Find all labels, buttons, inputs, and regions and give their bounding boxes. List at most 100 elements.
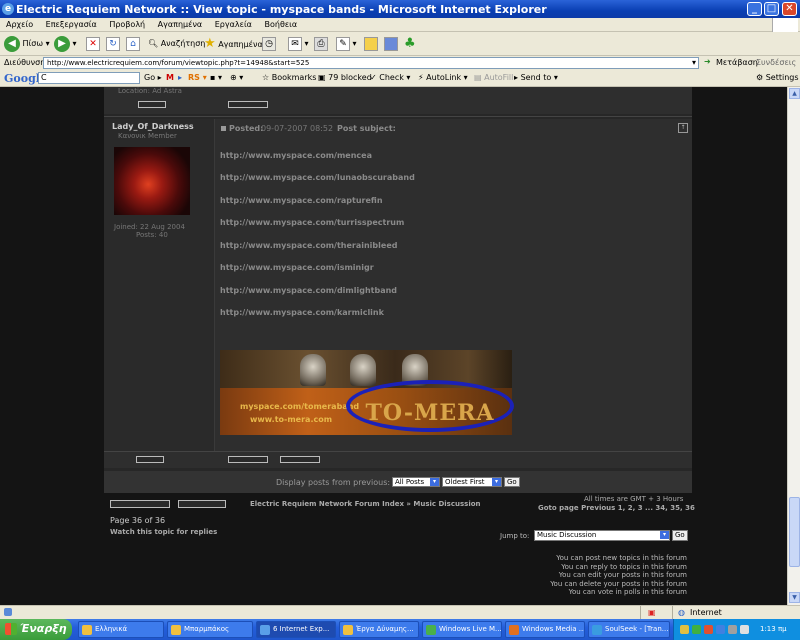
post-author[interactable]: Lady_Of_Darkness <box>112 122 194 131</box>
scroll-thumb[interactable] <box>789 497 800 567</box>
taskbar-item[interactable]: Windows Media ... <box>505 621 585 638</box>
jumpto-label: Jump to: <box>500 532 530 540</box>
back-button[interactable]: ◀ Πίσω ▾ <box>4 35 50 53</box>
breadcrumb[interactable]: Electric Requiem Network Forum Index » M… <box>250 500 481 508</box>
sharing-icon[interactable]: ⊕ ▾ <box>230 73 243 82</box>
autofill-button[interactable]: ▤ AutoFill <box>474 73 513 82</box>
myspace-link[interactable]: http://www.myspace.com/karmiclink <box>220 308 384 317</box>
timezone-note: All times are GMT + 3 Hours <box>584 495 684 503</box>
sendto-button[interactable]: ▸ Send to ▾ <box>514 73 558 82</box>
joined-date: Joined: 22 Aug 2004 <box>114 223 185 231</box>
edit-button[interactable]: ✎ ▾ <box>336 35 357 53</box>
links-button[interactable]: Συνδέσεις <box>756 58 796 67</box>
maximize-button[interactable]: □ <box>764 2 779 16</box>
myspace-link[interactable]: http://www.myspace.com/mencea <box>220 151 372 160</box>
home-button[interactable]: ⌂ <box>126 35 140 53</box>
days-select[interactable]: All Posts ▾ <box>392 477 440 487</box>
profile-button[interactable] <box>138 101 166 108</box>
myspace-link[interactable]: http://www.myspace.com/therainibleed <box>220 241 397 250</box>
banner-url-myspace: myspace.com/tomeraband <box>240 402 360 411</box>
google-search-input[interactable]: C <box>38 72 140 84</box>
back-arrow-icon: ◀ <box>4 35 20 52</box>
messenger-button[interactable]: ♣ <box>404 35 416 53</box>
refresh-button[interactable]: ↻ <box>106 35 120 53</box>
quote-button[interactable]: ↑ <box>678 123 688 133</box>
menu-edit[interactable]: Επεξεργασία <box>46 20 97 29</box>
gmail-icon[interactable]: M <box>166 73 174 82</box>
address-input[interactable]: http://www.electricrequiem.com/forum/vie… <box>43 57 699 69</box>
minimize-button[interactable]: _ <box>747 2 762 16</box>
myspace-link[interactable]: http://www.myspace.com/lunaobscuraband <box>220 173 415 182</box>
private-message-button[interactable] <box>228 101 268 108</box>
window-title-bar: e Electric Requiem Network :: View topic… <box>0 0 800 18</box>
history-button[interactable]: ◷ <box>262 35 276 53</box>
google-go-button[interactable]: Go ▸ <box>144 73 162 82</box>
discuss-button[interactable] <box>364 35 378 53</box>
band-banner-logo[interactable]: myspace.com/tomeraband www.to-mera.com T… <box>220 380 514 435</box>
research-button[interactable] <box>384 35 398 53</box>
taskbar-item[interactable]: 6 Internet Exp... <box>256 621 336 638</box>
taskbar-item[interactable]: Μπαρμπάκος <box>167 621 253 638</box>
jumpto-select[interactable]: Music Discussion ▾ <box>534 530 670 541</box>
back-to-top-button[interactable] <box>136 456 164 463</box>
popup-blocked-button[interactable]: ▣ 79 blocked <box>318 73 372 82</box>
display-go-button[interactable]: Go <box>504 477 520 487</box>
settings-button[interactable]: ⚙ Settings ▾ <box>756 73 800 82</box>
autolink-button[interactable]: ⚡ AutoLink ▾ <box>418 73 468 82</box>
profile-button[interactable] <box>228 456 268 463</box>
popup-icon: ▣ <box>648 608 656 617</box>
order-select[interactable]: Oldest First ▾ <box>442 477 502 487</box>
start-button[interactable]: Έναρξη <box>0 619 72 640</box>
tray-icon[interactable] <box>680 625 689 634</box>
edit-icon: ✎ <box>336 36 350 51</box>
goto-page[interactable]: Goto page Previous 1, 2, 3 ... 34, 35, 3… <box>538 504 695 512</box>
mail-button[interactable]: ✉ ▾ <box>288 35 309 53</box>
forward-button[interactable]: ▶ ▾ <box>54 35 77 53</box>
tray-icon[interactable] <box>716 625 725 634</box>
myspace-link[interactable]: http://www.myspace.com/turrisspectrum <box>220 218 404 227</box>
volume-icon[interactable] <box>740 625 749 634</box>
new-topic-button[interactable] <box>110 500 170 508</box>
scroll-down-icon[interactable]: ▼ <box>789 592 800 603</box>
menu-favorites[interactable]: Αγαπημένα <box>158 20 203 29</box>
menu-help[interactable]: Βοήθεια <box>264 20 297 29</box>
private-message-button[interactable] <box>280 456 320 463</box>
post-author-rank: Κανονικ Member <box>118 132 177 140</box>
taskbar-item[interactable]: Ελληνικά <box>78 621 164 638</box>
taskbar-item[interactable]: SoulSeek - [Tran... <box>588 621 670 638</box>
post-icon <box>221 126 226 131</box>
search-button[interactable]: 🔍︎ Αναζήτηση <box>148 35 205 53</box>
permission-item: You can vote in polls in this forum <box>568 588 687 596</box>
news-icon[interactable]: ▪ ▾ <box>210 73 222 82</box>
myspace-link[interactable]: http://www.myspace.com/dimlightband <box>220 286 397 295</box>
google-options-icon[interactable]: ▸ <box>178 73 182 82</box>
research-icon <box>384 36 398 51</box>
permission-item: You can reply to topics in this forum <box>561 562 687 571</box>
spellcheck-button[interactable]: ✓ Check ▾ <box>370 73 410 82</box>
myspace-link[interactable]: http://www.myspace.com/isminigr <box>220 263 374 272</box>
taskbar-item[interactable]: Windows Live M... <box>422 621 502 638</box>
myspace-link[interactable]: http://www.myspace.com/rapturefin <box>220 196 383 205</box>
address-dropdown-icon[interactable]: ▾ <box>692 58 696 67</box>
tray-icon[interactable] <box>728 625 737 634</box>
menu-file[interactable]: Αρχείο <box>6 20 33 29</box>
discuss-icon <box>364 36 378 51</box>
jumpto-go-button[interactable]: Go <box>672 530 688 541</box>
print-button[interactable]: ⎙ <box>314 35 328 53</box>
menu-tools[interactable]: Εργαλεία <box>215 20 252 29</box>
go-button[interactable]: Μετάβαση <box>716 58 758 67</box>
vertical-scrollbar[interactable]: ▲ ▼ <box>787 87 800 605</box>
scroll-up-icon[interactable]: ▲ <box>789 88 800 99</box>
tray-icon[interactable] <box>704 625 713 634</box>
menu-view[interactable]: Προβολή <box>109 20 145 29</box>
bookmarks-button[interactable]: ☆ Bookmarks ▾ <box>262 73 323 82</box>
home-icon: ⌂ <box>126 36 140 51</box>
rss-icon[interactable]: RS ▾ <box>188 73 207 82</box>
post-reply-button[interactable] <box>178 500 226 508</box>
taskbar-item[interactable]: Έργα Δύναμης... <box>339 621 419 638</box>
watch-topic-link[interactable]: Watch this topic for replies <box>110 528 217 536</box>
close-button[interactable]: ✕ <box>782 2 797 16</box>
favorites-button[interactable]: ★ Αγαπημένα <box>204 35 263 53</box>
stop-button[interactable]: ✕ <box>86 35 100 53</box>
tray-icon[interactable] <box>692 625 701 634</box>
